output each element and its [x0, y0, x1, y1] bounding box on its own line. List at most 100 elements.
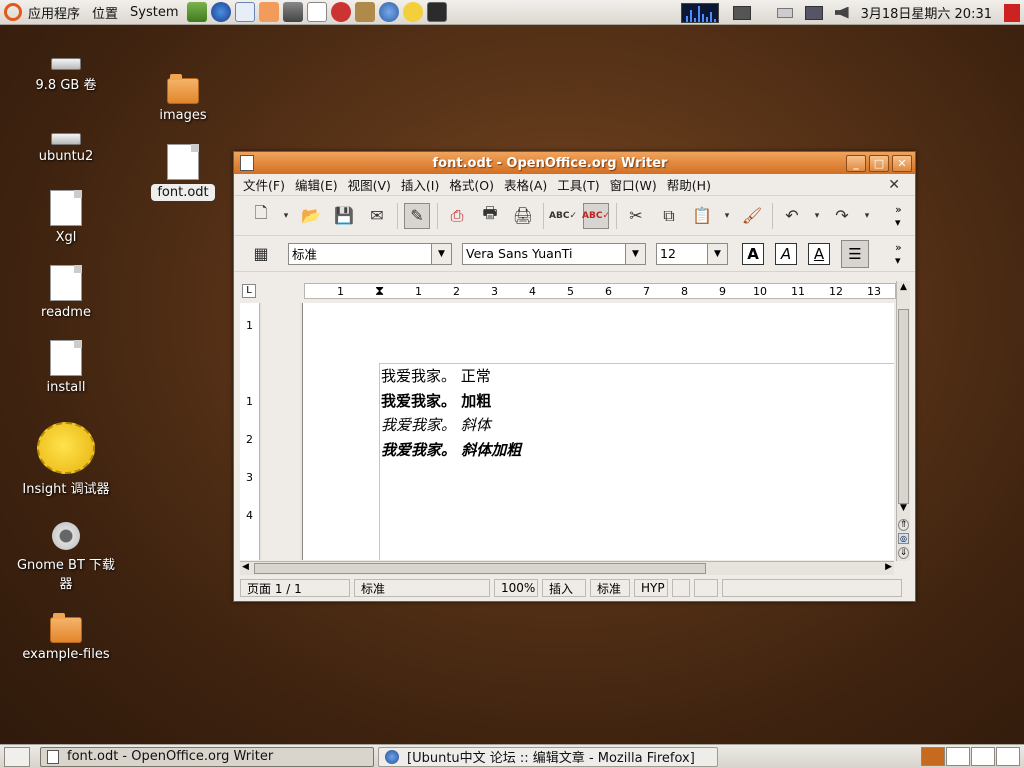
clock[interactable]: 3月18日星期六 20:31 — [861, 3, 992, 22]
insight-launcher-icon[interactable] — [402, 2, 423, 22]
horizontal-scrollbar[interactable]: ◀ ▶ — [240, 561, 894, 575]
redo-icon[interactable]: ↷ — [829, 203, 855, 229]
scroll-up-icon[interactable]: ▲ — [898, 282, 909, 292]
spellcheck-icon[interactable]: ABC✓ — [549, 203, 577, 229]
show-desktop-icon[interactable] — [4, 746, 30, 767]
paste-dropdown-icon[interactable]: ▾ — [722, 203, 732, 229]
desktop-icon-gnome-bt[interactable]: Gnome BT 下载器 — [16, 522, 116, 592]
close-button[interactable]: ✕ — [892, 154, 912, 172]
globe-launcher-icon[interactable] — [378, 2, 399, 22]
text-line-normal[interactable]: 我爱我家。 正常 — [381, 365, 491, 386]
toolbar-overflow-icon[interactable]: » ▾ — [895, 203, 907, 229]
undo-dropdown-icon[interactable]: ▾ — [812, 203, 822, 229]
styles-formatting-icon[interactable]: ▦ — [248, 241, 274, 267]
mplayer-launcher-icon[interactable] — [234, 2, 255, 22]
cut-icon[interactable]: ✂ — [623, 203, 649, 229]
ubuntu-logo-icon[interactable] — [4, 3, 22, 21]
autospellcheck-icon[interactable]: ABC✓ — [582, 202, 610, 229]
desktop-icon-volume[interactable]: 9.8 GB 卷 — [16, 58, 116, 93]
status-page[interactable]: 页面 1 / 1 — [240, 579, 350, 597]
paragraph-style-select[interactable]: 标准 ▼ — [288, 242, 452, 265]
navigator-icon[interactable]: ◎ — [898, 533, 909, 544]
menu-view[interactable]: 视图(V) — [343, 175, 396, 194]
paste-icon[interactable]: 📋 — [689, 203, 715, 229]
copy-icon[interactable]: ⧉ — [656, 203, 682, 229]
scroll-down-icon[interactable]: ▼ — [898, 503, 909, 513]
task-writer[interactable]: font.odt - OpenOffice.org Writer — [40, 746, 374, 767]
toolbar-overflow-icon[interactable]: » ▾ — [895, 241, 907, 267]
dropdown-arrow-icon[interactable]: ▼ — [431, 243, 451, 264]
status-selection-mode[interactable]: 标准 — [590, 579, 630, 597]
menu-help[interactable]: 帮助(H) — [662, 175, 716, 194]
status-style[interactable]: 标准 — [354, 579, 490, 597]
new-document-icon[interactable]: 🗋 — [248, 203, 274, 229]
status-zoom[interactable]: 100% — [494, 579, 538, 597]
printer-icon[interactable] — [776, 7, 793, 18]
document-area[interactable]: 1 1 2 3 4 我爱我家。 正常 我爱我家。 加粗 我爱我家。 斜体 我爱我… — [240, 303, 894, 560]
desktop-icon-ubuntu2[interactable]: ubuntu2 — [16, 133, 116, 164]
maximize-button[interactable]: □ — [869, 154, 889, 172]
text-line-bold-italic[interactable]: 我爱我家。 斜体加粗 — [381, 439, 521, 460]
menu-insert[interactable]: 插入(I) — [396, 175, 444, 194]
status-insert-mode[interactable]: 插入 — [542, 579, 586, 597]
menu-format[interactable]: 格式(O) — [444, 175, 499, 194]
print-preview-icon[interactable]: 🖨 — [510, 203, 536, 229]
applications-menu[interactable]: 应用程序 — [22, 3, 86, 22]
format-paintbrush-icon[interactable]: 🖌 — [739, 203, 765, 229]
menu-file[interactable]: 文件(F) — [238, 175, 290, 194]
edit-mode-icon[interactable]: ✎ — [404, 202, 430, 229]
desktop-icon-xgl[interactable]: Xgl — [16, 190, 116, 245]
previous-page-icon[interactable]: ⇑ — [898, 519, 909, 531]
new-dropdown-icon[interactable]: ▾ — [281, 203, 291, 229]
text-line-bold[interactable]: 我爱我家。 加粗 — [381, 390, 491, 411]
align-left-icon[interactable]: ☰ — [841, 239, 869, 268]
text-line-italic[interactable]: 我爱我家。 斜体 — [381, 414, 491, 435]
books-launcher-icon[interactable] — [186, 2, 207, 22]
vertical-scrollbar[interactable]: ▲ ▼ ⇑ ◎ ⇓ — [896, 281, 910, 561]
task-firefox[interactable]: [Ubuntu中文 论坛 :: 编辑文章 - Mozilla Firefox] — [378, 746, 718, 767]
window-titlebar[interactable]: font.odt - OpenOffice.org Writer _ □ ✕ — [234, 152, 915, 174]
desktop-icon-font-odt[interactable]: font.odt — [133, 144, 233, 201]
minimize-button[interactable]: _ — [846, 154, 866, 172]
menu-window[interactable]: 窗口(W) — [605, 175, 662, 194]
workspace-1[interactable] — [921, 747, 945, 766]
writer-document-icon[interactable] — [240, 155, 254, 171]
font-name-select[interactable]: Vera Sans YuanTi ▼ — [462, 242, 646, 265]
firefox-launcher-icon[interactable] — [210, 2, 231, 22]
system-menu[interactable]: System — [124, 5, 184, 20]
menu-edit[interactable]: 编辑(E) — [290, 175, 343, 194]
italic-button[interactable]: A — [775, 242, 797, 265]
undo-icon[interactable]: ↶ — [779, 203, 805, 229]
menu-tools[interactable]: 工具(T) — [552, 175, 604, 194]
system-monitor-graph[interactable] — [680, 2, 719, 23]
desktop-icon-install[interactable]: install — [16, 340, 116, 395]
document-launcher-icon[interactable] — [306, 2, 327, 22]
game-launcher-icon[interactable] — [330, 2, 351, 22]
workspace-switcher[interactable] — [920, 747, 1020, 766]
open-folder-icon[interactable]: 📂 — [298, 203, 324, 229]
export-pdf-icon[interactable]: ⎙ — [444, 203, 470, 229]
desktop-icon-readme[interactable]: readme — [16, 265, 116, 320]
tab-stop-selector[interactable]: L — [242, 284, 256, 298]
save-icon[interactable]: 💾 — [331, 203, 357, 229]
next-page-icon[interactable]: ⇓ — [898, 547, 909, 559]
gimp-launcher-icon[interactable] — [282, 2, 303, 22]
rabbit-launcher-icon[interactable] — [354, 2, 375, 22]
status-signature[interactable] — [694, 579, 718, 597]
document-page[interactable]: 我爱我家。 正常 我爱我家。 加粗 我爱我家。 斜体 我爱我家。 斜体加粗 — [302, 303, 894, 560]
office-launcher-icon[interactable] — [258, 2, 279, 22]
terminal-launcher-icon[interactable] — [426, 2, 447, 22]
desktop-icon-example-files[interactable]: example-files — [16, 613, 116, 662]
close-document-icon[interactable]: ✕ — [883, 177, 905, 193]
workspace-3[interactable] — [971, 747, 995, 766]
horizontal-ruler[interactable]: 1 ⧗ 1 2 3 4 5 6 7 8 9 10 11 12 13 — [304, 283, 896, 299]
redo-dropdown-icon[interactable]: ▾ — [862, 203, 872, 229]
bold-button[interactable]: A — [742, 242, 764, 265]
display-icon[interactable] — [732, 5, 751, 20]
status-modified[interactable] — [672, 579, 690, 597]
places-menu[interactable]: 位置 — [86, 3, 124, 22]
dropdown-arrow-icon[interactable]: ▼ — [625, 243, 645, 264]
email-icon[interactable]: ✉ — [364, 203, 390, 229]
print-icon[interactable]: 🖶 — [477, 203, 503, 229]
workspace-2[interactable] — [946, 747, 970, 766]
